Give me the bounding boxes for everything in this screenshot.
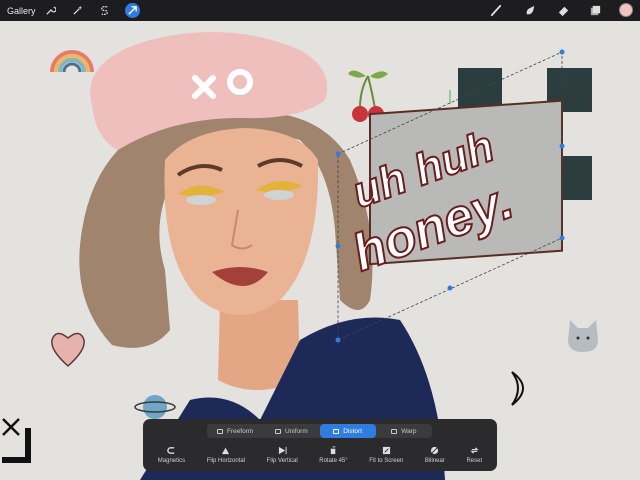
flip-vertical-icon <box>278 446 287 455</box>
face <box>164 128 319 315</box>
flip-vertical-button[interactable]: Flip Vertical <box>267 446 298 468</box>
magnet-icon <box>167 447 175 454</box>
magnetics-button[interactable]: Magnetics <box>158 446 185 468</box>
artwork-illustration: uh huh honey. <box>50 32 598 480</box>
uniform-icon <box>274 428 281 434</box>
selection-icon[interactable] <box>97 3 112 18</box>
eraser-icon[interactable] <box>556 3 571 18</box>
planet-sticker-icon <box>134 395 176 419</box>
transform-actions: Magnetics Flip Horizontal Flip Vertical … <box>143 446 497 468</box>
mode-uniform[interactable]: Uniform <box>263 424 319 438</box>
layers-icon[interactable] <box>588 3 603 18</box>
color-swatch[interactable] <box>619 3 633 17</box>
corner-bracket-sticker-icon <box>2 428 31 463</box>
transform-handle <box>559 49 565 55</box>
smudge-icon[interactable] <box>523 3 538 18</box>
transform-handle <box>559 143 565 149</box>
transform-toolbar: Freeform Uniform Distort Warp Magnetics … <box>143 419 497 471</box>
moon-sticker-icon <box>511 371 524 406</box>
mode-warp[interactable]: Warp <box>376 424 432 438</box>
reset-icon <box>470 447 479 454</box>
transform-handle <box>335 151 341 157</box>
artwork-canvas[interactable]: uh huh honey. <box>0 21 640 480</box>
distort-icon <box>333 428 340 434</box>
mode-distort[interactable]: Distort <box>319 424 376 438</box>
fit-to-screen-button[interactable]: Fit to Screen <box>369 446 403 468</box>
rotate-45-button[interactable]: Rotate 45° <box>319 446 348 468</box>
top-toolbar: Gallery <box>0 0 640 21</box>
rotate-icon <box>330 446 336 455</box>
bilinear-button[interactable]: Bilinear <box>425 446 445 468</box>
lettering-sticker-group: uh huh honey. <box>344 99 563 284</box>
heart-sticker-icon <box>51 332 85 368</box>
gallery-button[interactable]: Gallery <box>7 6 36 16</box>
bilinear-icon <box>431 446 439 455</box>
fit-screen-icon <box>382 446 390 455</box>
warp-icon <box>391 428 398 434</box>
rainbow-sticker-icon <box>50 50 94 73</box>
transform-handle <box>447 285 453 291</box>
magic-wand-icon[interactable] <box>70 3 85 18</box>
mode-freeform[interactable]: Freeform <box>207 424 263 438</box>
reset-button[interactable]: Reset <box>466 446 482 468</box>
transform-arrow-icon[interactable] <box>125 3 140 18</box>
transform-mode-selector: Freeform Uniform Distort Warp <box>207 424 432 438</box>
cat-sticker-icon <box>568 320 598 352</box>
transform-handle <box>335 243 341 249</box>
brush-icon[interactable] <box>489 3 504 18</box>
transform-handle <box>559 235 565 241</box>
flip-horizontal-button[interactable]: Flip Horizontal <box>207 446 245 468</box>
wrench-icon[interactable] <box>43 3 58 18</box>
transform-handle <box>335 337 341 343</box>
flip-horizontal-icon <box>222 447 230 455</box>
freeform-icon <box>216 428 223 434</box>
